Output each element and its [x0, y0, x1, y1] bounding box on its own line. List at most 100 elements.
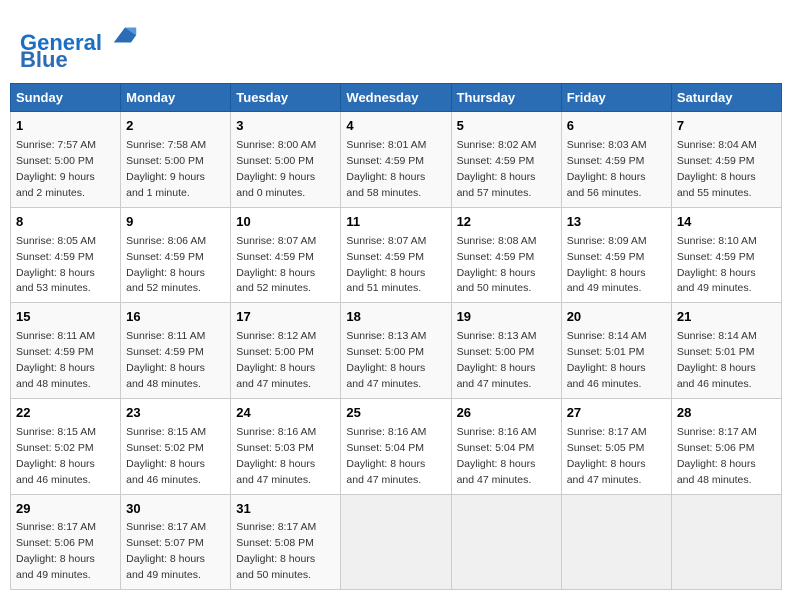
day-number: 10 — [236, 213, 335, 232]
day-number: 22 — [16, 404, 115, 423]
day-number: 2 — [126, 117, 225, 136]
day-number: 28 — [677, 404, 776, 423]
calendar-cell: 5 Sunrise: 8:02 AMSunset: 4:59 PMDayligh… — [451, 112, 561, 208]
day-number: 3 — [236, 117, 335, 136]
calendar-cell — [671, 494, 781, 590]
calendar-cell: 17 Sunrise: 8:12 AMSunset: 5:00 PMDaylig… — [231, 303, 341, 399]
calendar-week-row: 8 Sunrise: 8:05 AMSunset: 4:59 PMDayligh… — [11, 207, 782, 303]
day-info: Sunrise: 8:12 AMSunset: 5:00 PMDaylight:… — [236, 330, 316, 390]
day-number: 21 — [677, 308, 776, 327]
calendar-cell: 27 Sunrise: 8:17 AMSunset: 5:05 PMDaylig… — [561, 398, 671, 494]
calendar-cell: 8 Sunrise: 8:05 AMSunset: 4:59 PMDayligh… — [11, 207, 121, 303]
day-number: 29 — [16, 500, 115, 519]
day-info: Sunrise: 8:17 AMSunset: 5:06 PMDaylight:… — [677, 426, 757, 486]
calendar-cell: 9 Sunrise: 8:06 AMSunset: 4:59 PMDayligh… — [121, 207, 231, 303]
calendar-cell: 11 Sunrise: 8:07 AMSunset: 4:59 PMDaylig… — [341, 207, 451, 303]
calendar-cell: 12 Sunrise: 8:08 AMSunset: 4:59 PMDaylig… — [451, 207, 561, 303]
calendar-cell: 29 Sunrise: 8:17 AMSunset: 5:06 PMDaylig… — [11, 494, 121, 590]
calendar-cell: 28 Sunrise: 8:17 AMSunset: 5:06 PMDaylig… — [671, 398, 781, 494]
calendar-week-row: 29 Sunrise: 8:17 AMSunset: 5:06 PMDaylig… — [11, 494, 782, 590]
day-info: Sunrise: 8:01 AMSunset: 4:59 PMDaylight:… — [346, 139, 426, 199]
day-info: Sunrise: 7:57 AMSunset: 5:00 PMDaylight:… — [16, 139, 96, 199]
calendar-cell: 10 Sunrise: 8:07 AMSunset: 4:59 PMDaylig… — [231, 207, 341, 303]
weekday-header: Monday — [121, 84, 231, 112]
calendar-cell: 23 Sunrise: 8:15 AMSunset: 5:02 PMDaylig… — [121, 398, 231, 494]
day-number: 13 — [567, 213, 666, 232]
logo-icon — [110, 20, 140, 50]
day-info: Sunrise: 8:10 AMSunset: 4:59 PMDaylight:… — [677, 235, 757, 295]
day-info: Sunrise: 8:16 AMSunset: 5:04 PMDaylight:… — [346, 426, 426, 486]
day-number: 5 — [457, 117, 556, 136]
day-info: Sunrise: 8:05 AMSunset: 4:59 PMDaylight:… — [16, 235, 96, 295]
calendar-cell: 4 Sunrise: 8:01 AMSunset: 4:59 PMDayligh… — [341, 112, 451, 208]
calendar-cell: 26 Sunrise: 8:16 AMSunset: 5:04 PMDaylig… — [451, 398, 561, 494]
day-number: 16 — [126, 308, 225, 327]
day-number: 8 — [16, 213, 115, 232]
day-number: 24 — [236, 404, 335, 423]
day-number: 9 — [126, 213, 225, 232]
day-info: Sunrise: 8:16 AMSunset: 5:04 PMDaylight:… — [457, 426, 537, 486]
calendar-cell — [451, 494, 561, 590]
day-number: 7 — [677, 117, 776, 136]
weekday-header: Tuesday — [231, 84, 341, 112]
calendar-week-row: 15 Sunrise: 8:11 AMSunset: 4:59 PMDaylig… — [11, 303, 782, 399]
calendar-cell: 30 Sunrise: 8:17 AMSunset: 5:07 PMDaylig… — [121, 494, 231, 590]
day-info: Sunrise: 8:03 AMSunset: 4:59 PMDaylight:… — [567, 139, 647, 199]
day-info: Sunrise: 8:16 AMSunset: 5:03 PMDaylight:… — [236, 426, 316, 486]
day-number: 30 — [126, 500, 225, 519]
day-info: Sunrise: 7:58 AMSunset: 5:00 PMDaylight:… — [126, 139, 206, 199]
calendar-cell: 31 Sunrise: 8:17 AMSunset: 5:08 PMDaylig… — [231, 494, 341, 590]
calendar-cell: 3 Sunrise: 8:00 AMSunset: 5:00 PMDayligh… — [231, 112, 341, 208]
weekday-header: Thursday — [451, 84, 561, 112]
calendar-cell: 22 Sunrise: 8:15 AMSunset: 5:02 PMDaylig… — [11, 398, 121, 494]
calendar-cell: 18 Sunrise: 8:13 AMSunset: 5:00 PMDaylig… — [341, 303, 451, 399]
header: General Blue — [10, 10, 782, 78]
calendar-cell: 25 Sunrise: 8:16 AMSunset: 5:04 PMDaylig… — [341, 398, 451, 494]
day-number: 1 — [16, 117, 115, 136]
day-info: Sunrise: 8:15 AMSunset: 5:02 PMDaylight:… — [16, 426, 96, 486]
logo: General Blue — [20, 20, 140, 73]
calendar-cell: 16 Sunrise: 8:11 AMSunset: 4:59 PMDaylig… — [121, 303, 231, 399]
day-number: 12 — [457, 213, 556, 232]
weekday-header: Friday — [561, 84, 671, 112]
day-number: 20 — [567, 308, 666, 327]
weekday-header: Saturday — [671, 84, 781, 112]
day-info: Sunrise: 8:17 AMSunset: 5:08 PMDaylight:… — [236, 521, 316, 581]
day-number: 26 — [457, 404, 556, 423]
day-info: Sunrise: 8:09 AMSunset: 4:59 PMDaylight:… — [567, 235, 647, 295]
day-info: Sunrise: 8:17 AMSunset: 5:06 PMDaylight:… — [16, 521, 96, 581]
day-info: Sunrise: 8:15 AMSunset: 5:02 PMDaylight:… — [126, 426, 206, 486]
day-info: Sunrise: 8:13 AMSunset: 5:00 PMDaylight:… — [457, 330, 537, 390]
calendar-cell: 1 Sunrise: 7:57 AMSunset: 5:00 PMDayligh… — [11, 112, 121, 208]
calendar-table: SundayMondayTuesdayWednesdayThursdayFrid… — [10, 83, 782, 590]
calendar-cell: 24 Sunrise: 8:16 AMSunset: 5:03 PMDaylig… — [231, 398, 341, 494]
day-number: 19 — [457, 308, 556, 327]
day-info: Sunrise: 8:11 AMSunset: 4:59 PMDaylight:… — [126, 330, 205, 390]
day-info: Sunrise: 8:14 AMSunset: 5:01 PMDaylight:… — [677, 330, 757, 390]
weekday-header: Sunday — [11, 84, 121, 112]
calendar-header-row: SundayMondayTuesdayWednesdayThursdayFrid… — [11, 84, 782, 112]
day-number: 14 — [677, 213, 776, 232]
day-info: Sunrise: 8:08 AMSunset: 4:59 PMDaylight:… — [457, 235, 537, 295]
day-number: 25 — [346, 404, 445, 423]
day-number: 4 — [346, 117, 445, 136]
day-info: Sunrise: 8:14 AMSunset: 5:01 PMDaylight:… — [567, 330, 647, 390]
day-info: Sunrise: 8:02 AMSunset: 4:59 PMDaylight:… — [457, 139, 537, 199]
calendar-cell: 19 Sunrise: 8:13 AMSunset: 5:00 PMDaylig… — [451, 303, 561, 399]
calendar-cell: 13 Sunrise: 8:09 AMSunset: 4:59 PMDaylig… — [561, 207, 671, 303]
page-container: General Blue SundayMondayTuesdayWednesda… — [10, 10, 782, 590]
day-info: Sunrise: 8:11 AMSunset: 4:59 PMDaylight:… — [16, 330, 95, 390]
calendar-cell: 7 Sunrise: 8:04 AMSunset: 4:59 PMDayligh… — [671, 112, 781, 208]
day-number: 27 — [567, 404, 666, 423]
calendar-cell: 21 Sunrise: 8:14 AMSunset: 5:01 PMDaylig… — [671, 303, 781, 399]
day-number: 11 — [346, 213, 445, 232]
calendar-cell — [561, 494, 671, 590]
day-info: Sunrise: 8:17 AMSunset: 5:05 PMDaylight:… — [567, 426, 647, 486]
day-info: Sunrise: 8:07 AMSunset: 4:59 PMDaylight:… — [236, 235, 316, 295]
calendar-cell: 15 Sunrise: 8:11 AMSunset: 4:59 PMDaylig… — [11, 303, 121, 399]
day-info: Sunrise: 8:06 AMSunset: 4:59 PMDaylight:… — [126, 235, 206, 295]
calendar-week-row: 22 Sunrise: 8:15 AMSunset: 5:02 PMDaylig… — [11, 398, 782, 494]
weekday-header: Wednesday — [341, 84, 451, 112]
day-number: 15 — [16, 308, 115, 327]
day-number: 18 — [346, 308, 445, 327]
